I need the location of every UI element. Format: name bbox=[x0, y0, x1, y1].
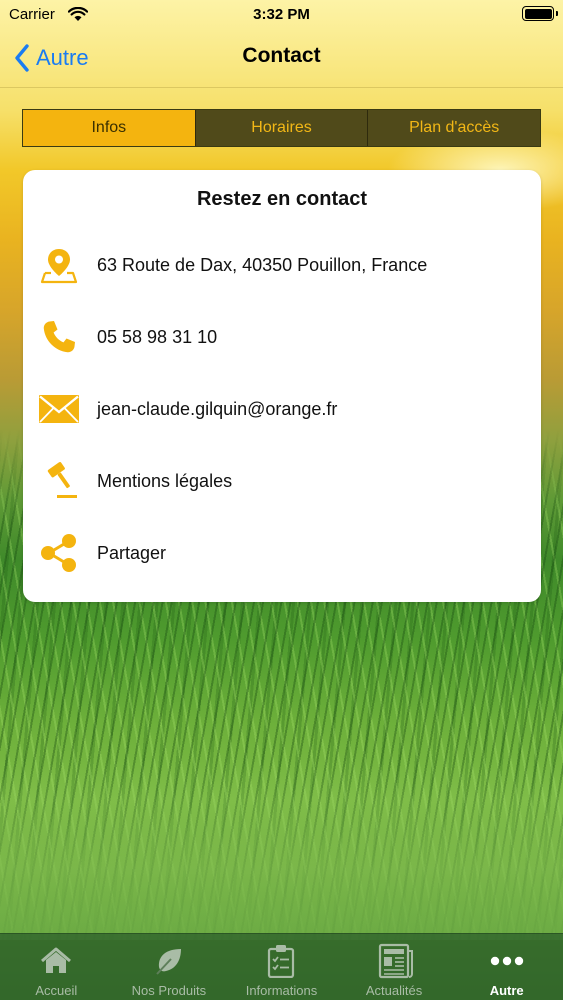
legal-row[interactable]: Mentions légales bbox=[23, 451, 541, 511]
navigation-bar: Autre Contact bbox=[0, 30, 563, 88]
tab-label: Actualités bbox=[365, 983, 423, 998]
phone-text: 05 58 98 31 10 bbox=[97, 326, 218, 347]
battery-icon bbox=[522, 6, 558, 21]
tab-label: Informations bbox=[245, 983, 318, 998]
share-icon bbox=[37, 531, 81, 575]
phone-row[interactable]: 05 58 98 31 10 bbox=[23, 307, 541, 367]
segment-plan-acces[interactable]: Plan d'accès bbox=[367, 110, 540, 146]
share-row[interactable]: Partager bbox=[23, 523, 541, 583]
tab-nos-produits[interactable]: Nos Produits bbox=[113, 934, 226, 1000]
clipboard-icon bbox=[225, 943, 338, 979]
tab-informations[interactable]: Informations bbox=[225, 934, 338, 1000]
tab-autre[interactable]: Autre bbox=[450, 934, 563, 1000]
map-pin-icon bbox=[37, 243, 81, 287]
tab-label: Autre bbox=[489, 983, 524, 998]
page-title: Contact bbox=[242, 44, 321, 67]
share-text: Partager bbox=[97, 542, 167, 563]
gavel-icon bbox=[37, 459, 81, 503]
card-title: Restez en contact bbox=[196, 188, 368, 210]
tab-label: Accueil bbox=[35, 983, 78, 998]
home-icon bbox=[0, 943, 113, 979]
status-bar: Carrier 3:32 PM bbox=[0, 0, 563, 30]
phone-icon bbox=[37, 315, 81, 359]
segment-horaires[interactable]: Horaires bbox=[194, 110, 368, 146]
address-row[interactable]: 63 Route de Dax, 40350 Pouillon, France bbox=[23, 235, 541, 295]
tab-actualites[interactable]: Actualités bbox=[338, 934, 451, 1000]
newspaper-icon bbox=[338, 943, 451, 979]
email-text: jean-claude.gilquin@orange.fr bbox=[97, 398, 338, 419]
address-text: 63 Route de Dax, 40350 Pouillon, France bbox=[97, 254, 428, 275]
tab-accueil[interactable]: Accueil bbox=[0, 934, 113, 1000]
tab-bar: Accueil Nos Produits Informations Actual… bbox=[0, 933, 563, 1000]
grass-blur bbox=[0, 760, 563, 940]
tab-label: Nos Produits bbox=[131, 983, 207, 998]
segment-infos[interactable]: Infos bbox=[23, 110, 195, 146]
leaf-icon bbox=[113, 943, 226, 979]
contact-card: Restez en contact 63 Route de Dax, 40350… bbox=[23, 170, 541, 602]
more-icon bbox=[450, 943, 563, 979]
mail-icon bbox=[37, 387, 81, 431]
legal-text: Mentions légales bbox=[97, 470, 233, 491]
status-time: 3:32 PM bbox=[253, 6, 310, 23]
segmented-control: Infos Horaires Plan d'accès bbox=[22, 109, 541, 147]
email-row[interactable]: jean-claude.gilquin@orange.fr bbox=[23, 379, 541, 439]
